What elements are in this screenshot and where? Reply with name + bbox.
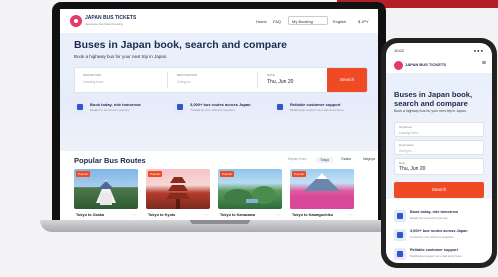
feature-subtitle: Multilingual support via email and phone…	[290, 108, 345, 112]
feature-book-today: Book today, ride tomorrow Ready for tomo…	[394, 209, 488, 227]
feature-subtitle: Ready for tomorrow's journey.	[90, 108, 130, 112]
feature-subtitle: Trusted by over 100 bus suppliers.	[410, 235, 455, 239]
search-button-label: Search	[339, 77, 355, 82]
phone-screen: 10:02 ●●● JAPAN BUS TICKETS ≡ Buses in J…	[386, 43, 492, 263]
feature-title: 3,000+ bus routes across Japan	[190, 102, 251, 107]
route-card[interactable]: Popular Tokyo to Kawaguchiko ♡	[290, 169, 354, 220]
logo-icon	[394, 61, 403, 70]
filter-nagoya[interactable]: Nagoya	[363, 157, 375, 161]
laptop-mockup: JAPAN BUS TICKETS Japanese bus ticket bo…	[40, 2, 400, 234]
feature-bus-routes: 3,000+ bus routes across Japan Trusted b…	[174, 100, 269, 116]
my-booking-button[interactable]: My Booking	[288, 16, 328, 25]
date-value[interactable]: Thu, Jun 20	[399, 166, 425, 172]
feature-title: Book today, ride tomorrow	[90, 102, 141, 107]
headset-icon	[274, 101, 286, 113]
calendar-icon	[74, 101, 86, 113]
popular-badge: Popular	[76, 171, 91, 177]
laptop-screen: JAPAN BUS TICKETS Japanese bus ticket bo…	[60, 9, 378, 220]
divider	[167, 72, 168, 88]
favorite-icon[interactable]: ♡	[204, 213, 208, 218]
route-image: Popular	[74, 169, 138, 209]
brand-name[interactable]: JAPAN BUS TICKETS	[405, 62, 446, 67]
route-name: Tokyo to Kawaguchiko	[292, 213, 334, 217]
status-signal-icon: ●●●	[473, 48, 484, 53]
feature-subtitle: Multilingual support via email and phone…	[410, 254, 463, 258]
route-name: Tokyo to Kyoto	[148, 213, 176, 217]
destination-label: DESTINATION	[177, 73, 197, 77]
search-button[interactable]: Search	[394, 182, 484, 198]
route-card[interactable]: Popular Tokyo to Kyoto ♡	[146, 169, 210, 220]
search-form: DEPARTURE Leaving from... DESTINATION Go…	[74, 67, 368, 93]
feature-subtitle: Trusted by over 100 bus suppliers.	[190, 108, 236, 112]
date-label: Date	[399, 161, 406, 165]
departure-input[interactable]: Leaving from...	[399, 131, 420, 135]
phone-mockup: 10:02 ●●● JAPAN BUS TICKETS ≡ Buses in J…	[381, 38, 497, 268]
brand-tagline: Japanese bus ticket booking	[85, 22, 123, 26]
currency-selector[interactable]: $ JPY	[358, 19, 369, 24]
date-field[interactable]: Date Thu, Jun 20	[394, 158, 484, 175]
feature-title: Reliable customer support	[290, 102, 341, 107]
route-image: Popular	[146, 169, 210, 209]
favorite-icon[interactable]: ♡	[348, 213, 352, 218]
feature-book-today: Book today, ride tomorrow Ready for tomo…	[74, 100, 169, 116]
divider	[257, 72, 258, 88]
popular-badge: Popular	[292, 171, 307, 177]
destination-field[interactable]: DESTINATION Going to...	[169, 68, 257, 92]
search-button[interactable]: Search	[327, 68, 367, 92]
popular-badge: Popular	[220, 171, 235, 177]
feature-bus-routes: 3,000+ bus routes across Japan Trusted b…	[394, 228, 488, 246]
laptop-notch	[190, 220, 250, 224]
route-image: Popular	[218, 169, 282, 209]
departure-label: Departure	[399, 125, 413, 129]
route-name: Tokyo to Osaka	[76, 213, 104, 217]
feature-title: 3,000+ bus routes across Japan	[410, 229, 468, 233]
logo-icon	[70, 15, 82, 27]
headset-icon	[394, 248, 406, 260]
search-button-label: Search	[431, 187, 447, 192]
departure-field[interactable]: Departure Leaving from...	[394, 122, 484, 137]
depart-from-label: Depart from	[288, 157, 307, 161]
nav-link-home[interactable]: Home	[256, 19, 267, 24]
top-navbar: JAPAN BUS TICKETS Japanese bus ticket bo…	[60, 9, 378, 34]
laptop-bezel: JAPAN BUS TICKETS Japanese bus ticket bo…	[52, 2, 386, 220]
feature-subtitle: Ready for tomorrow's journey.	[410, 216, 449, 220]
hero-subtitle: Book a highway bus for your next trip in…	[74, 54, 168, 59]
route-card[interactable]: Popular Tokyo to Kanazawa ♡	[218, 169, 282, 220]
bus-icon	[394, 229, 406, 241]
booking-label: My Booking	[292, 19, 313, 24]
destination-input[interactable]: Going to...	[177, 80, 193, 84]
hamburger-menu-icon[interactable]: ≡	[482, 60, 486, 67]
departure-label: DEPARTURE	[83, 73, 102, 77]
destination-field[interactable]: Destination Going to...	[394, 140, 484, 155]
date-label: DATE	[267, 73, 275, 77]
filter-osaka[interactable]: Osaka	[341, 157, 351, 161]
destination-input[interactable]: Going to...	[399, 149, 414, 153]
feature-support: Reliable customer support Multilingual s…	[394, 247, 488, 263]
hero-subtitle: Book a highway bus for your next trip in…	[394, 109, 467, 113]
popular-routes-title: Popular Bus Routes	[74, 156, 146, 165]
date-field[interactable]: DATE Thu, Jun 20	[259, 68, 325, 92]
language-selector[interactable]: English	[333, 19, 346, 24]
feature-title: Book today, ride tomorrow	[410, 210, 459, 214]
filter-tokyo[interactable]: Tokyo	[316, 157, 334, 163]
feature-title: Reliable customer support	[410, 248, 458, 252]
popular-badge: Popular	[148, 171, 163, 177]
favorite-icon[interactable]: ♡	[132, 213, 136, 218]
feature-support: Reliable customer support Multilingual s…	[274, 100, 369, 116]
hero-title: Buses in Japan book, search and compare	[394, 90, 473, 108]
calendar-icon	[394, 210, 406, 222]
departure-input[interactable]: Leaving from...	[83, 80, 106, 84]
hero-title: Buses in Japan book, search and compare	[74, 39, 287, 51]
brand-name[interactable]: JAPAN BUS TICKETS	[85, 15, 136, 21]
destination-label: Destination	[399, 143, 415, 147]
route-card[interactable]: Popular Tokyo to Osaka ♡	[74, 169, 138, 220]
bus-icon	[174, 101, 186, 113]
nav-link-faq[interactable]: FAQ	[273, 19, 281, 24]
route-name: Tokyo to Kanazawa	[220, 213, 255, 217]
route-image: Popular	[290, 169, 354, 209]
status-time: 10:02	[394, 48, 405, 53]
date-value[interactable]: Thu, Jun 20	[267, 79, 293, 85]
favorite-icon[interactable]: ♡	[276, 213, 280, 218]
departure-field[interactable]: DEPARTURE Leaving from...	[75, 68, 165, 92]
